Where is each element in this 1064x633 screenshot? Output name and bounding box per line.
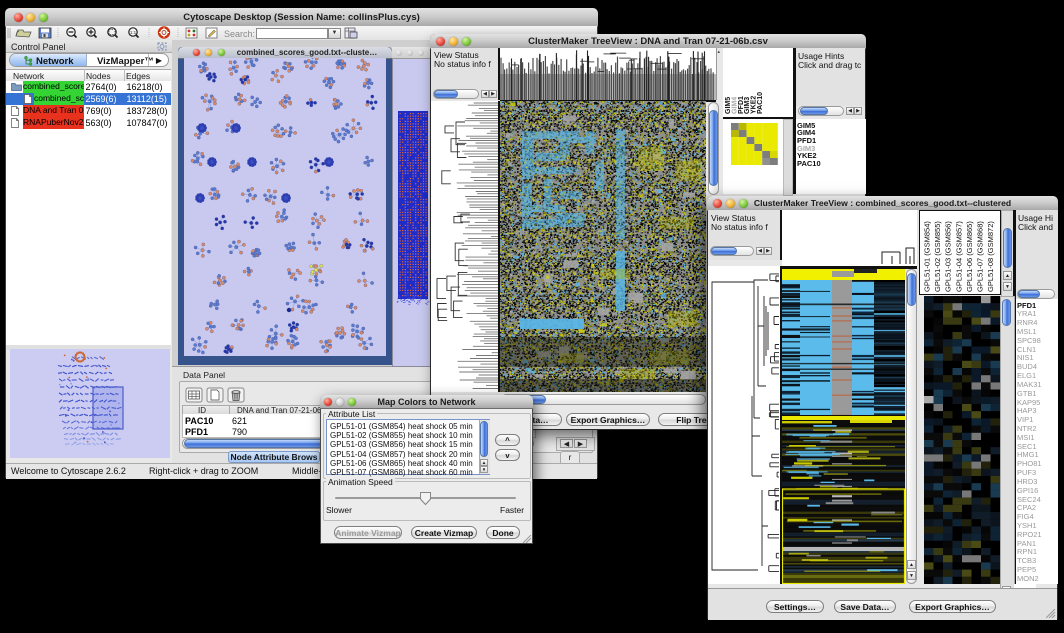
svg-text:GPL51-04 (GSM857): GPL51-04 (GSM857): [954, 221, 963, 292]
svg-text:GPL51-08 (GSM872): GPL51-08 (GSM872): [986, 221, 995, 292]
svg-text:GPL51-02 (GSM855): GPL51-02 (GSM855): [933, 221, 942, 292]
svg-text:GPL51-07 (GSM868): GPL51-07 (GSM868): [976, 221, 985, 292]
svg-text:PAC10: PAC10: [757, 92, 764, 114]
svg-text:GPL51-03 (GSM856): GPL51-03 (GSM856): [944, 221, 953, 292]
svg-text:GPL51-06 (GSM865): GPL51-06 (GSM865): [965, 221, 974, 292]
svg-text:GPL51-01 (GSM854): GPL51-01 (GSM854): [923, 221, 932, 292]
svg-text:1:1: 1:1: [130, 30, 137, 35]
